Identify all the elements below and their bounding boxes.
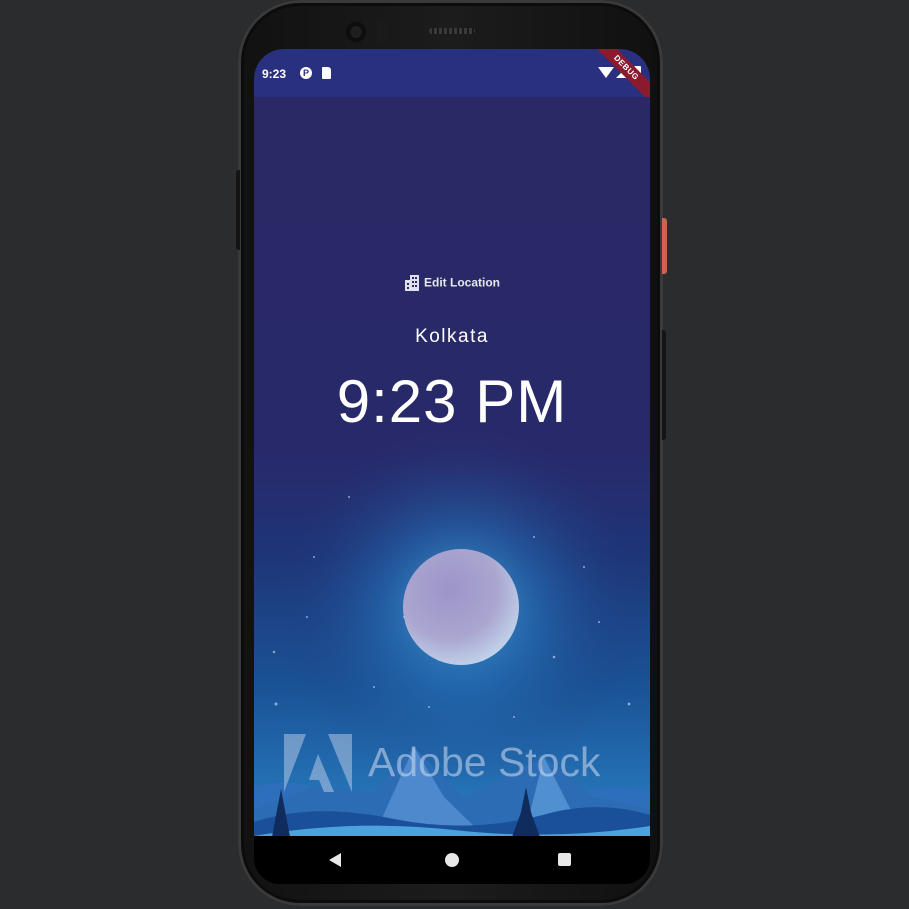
status-time: 9:23 xyxy=(262,67,287,81)
app-content: Edit Location Kolkata 9:23 PM Adobe Stoc… xyxy=(254,97,650,836)
volume-button xyxy=(662,330,666,440)
p-badge-icon: P xyxy=(300,67,312,79)
adobe-logo-icon xyxy=(284,734,352,792)
building-icon xyxy=(405,275,419,291)
current-time: 9:23 PM xyxy=(336,368,568,435)
edit-location-button[interactable]: Edit Location xyxy=(254,274,650,291)
home-icon[interactable] xyxy=(445,853,459,867)
wifi-icon xyxy=(598,67,614,78)
sd-card-icon xyxy=(322,67,331,79)
watermark-text: Adobe Stock xyxy=(368,739,601,785)
side-button-left xyxy=(236,170,240,250)
status-bar: 9:23 P DEBUG xyxy=(254,49,650,109)
night-sky-background xyxy=(254,97,650,836)
edit-location-label: Edit Location xyxy=(424,275,500,290)
front-camera xyxy=(346,22,366,42)
location-name: Kolkata xyxy=(415,326,489,347)
recents-icon[interactable] xyxy=(558,853,571,866)
phone-screen: 9:23 P DEBUG Edit Location Kolkata 9:23 … xyxy=(254,49,650,884)
navigation-bar xyxy=(254,836,650,884)
earpiece-speaker xyxy=(429,28,475,34)
back-icon[interactable] xyxy=(329,853,341,867)
proximity-sensor xyxy=(377,20,387,44)
power-button xyxy=(662,218,667,274)
